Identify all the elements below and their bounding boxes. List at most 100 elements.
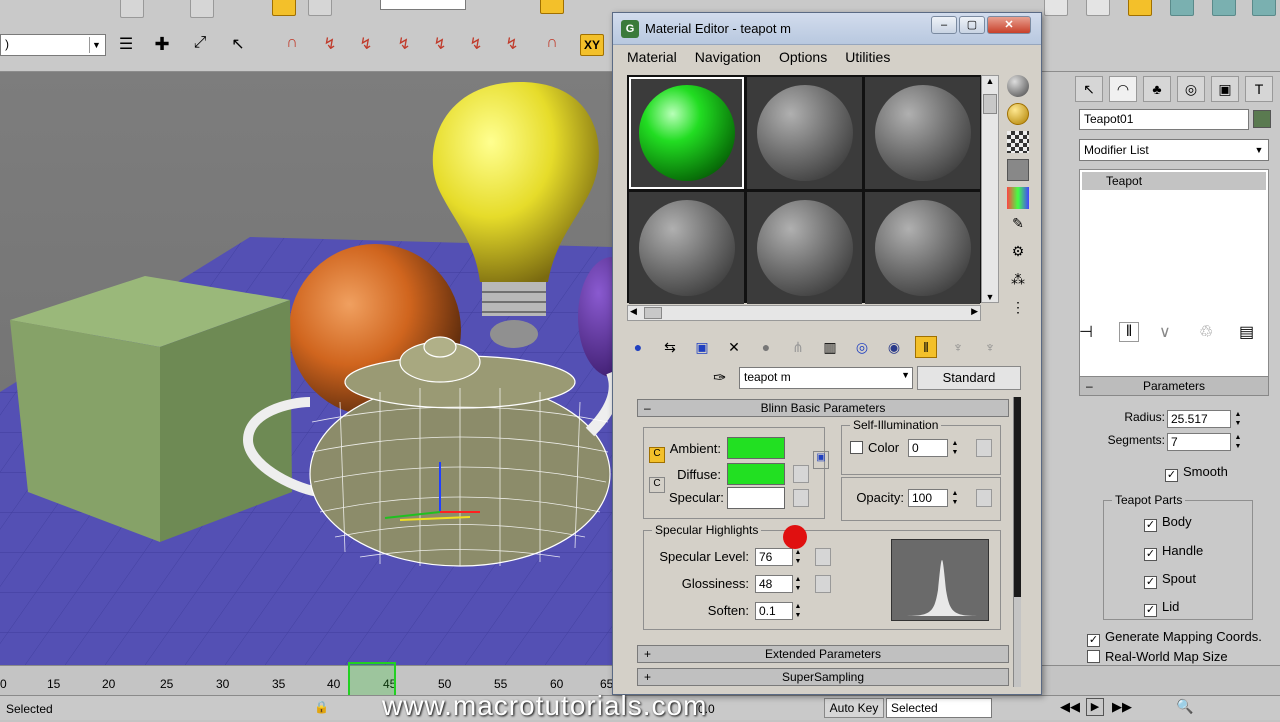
specular-map-button[interactable] <box>793 489 809 507</box>
put-to-library-icon[interactable]: ▥ <box>819 336 841 358</box>
sample-uv-icon[interactable] <box>1007 159 1029 181</box>
ambient-color-swatch[interactable] <box>727 437 785 459</box>
pick-material-icon[interactable]: ✑ <box>713 368 726 388</box>
move-icon[interactable] <box>272 0 296 16</box>
part-lid-row[interactable]: ✓ Lid <box>1144 599 1179 617</box>
diffuse-lock-icon[interactable]: C <box>649 477 665 493</box>
menu-utilities[interactable]: Utilities <box>845 46 890 68</box>
object-name-field[interactable]: Teapot01 <box>1079 109 1249 130</box>
sample-slots-vscroll[interactable]: ▲ ▼ <box>981 75 999 303</box>
gen-mapping-checkbox[interactable]: ✓ <box>1087 634 1100 647</box>
opacity-spinner[interactable]: ▲ ▼ <box>950 489 960 507</box>
menu-material[interactable]: Material <box>627 46 677 68</box>
self-illum-color-checkbox[interactable] <box>850 441 863 454</box>
scroll-up-icon[interactable]: ▲ <box>982 76 998 86</box>
soften-field[interactable]: 0.1 <box>755 602 793 620</box>
show-end-result-icon[interactable]: ‖ <box>1119 322 1139 342</box>
part-handle-row[interactable]: ✓ Handle <box>1144 543 1203 561</box>
selection-filter-combo[interactable]: ) ▼ <box>0 34 106 56</box>
sample-slot[interactable] <box>629 192 744 304</box>
segments-spinner[interactable]: ▲ ▼ <box>1233 433 1243 451</box>
go-to-parent-icon[interactable]: ♆ <box>947 336 969 358</box>
assign-to-selection-icon[interactable]: ▣ <box>691 336 713 358</box>
part-spout-row[interactable]: ✓ Spout <box>1144 571 1196 589</box>
diffuse-color-swatch[interactable] <box>727 463 785 485</box>
menu-navigation[interactable]: Navigation <box>695 46 761 68</box>
material-name-field[interactable]: teapot m ▼ <box>739 367 913 389</box>
show-map-in-viewport-icon[interactable]: ◉ <box>883 336 905 358</box>
tool-a-icon[interactable]: ⤢ <box>188 34 212 56</box>
opacity-field[interactable]: 100 <box>908 489 948 507</box>
modify-tab-icon[interactable]: ◠ <box>1109 76 1137 102</box>
get-material-icon[interactable]: ● <box>627 336 649 358</box>
specular-color-swatch[interactable] <box>727 487 785 509</box>
select-region-icon[interactable] <box>190 0 214 18</box>
self-illum-spinner[interactable]: ▲ ▼ <box>950 439 960 457</box>
body-checkbox[interactable]: ✓ <box>1144 519 1157 532</box>
link2-icon[interactable]: ↯ <box>354 34 378 56</box>
select-object-icon[interactable] <box>120 0 144 18</box>
reference-coord-combo[interactable] <box>380 0 466 10</box>
make-preview-icon[interactable]: ✎ <box>1007 215 1029 237</box>
lock-icon[interactable]: ▣ <box>813 451 829 469</box>
tool-b-icon[interactable]: ↖ <box>226 34 250 56</box>
render-active-icon[interactable] <box>1252 0 1276 16</box>
sample-slot[interactable] <box>747 77 862 189</box>
specular-level-field[interactable]: 76 <box>755 548 793 566</box>
specular-level-spinner[interactable]: ▲ ▼ <box>793 548 803 566</box>
glossiness-field[interactable]: 48 <box>755 575 793 593</box>
sample-slot[interactable] <box>865 77 980 189</box>
close-button[interactable]: ✕ <box>987 16 1031 34</box>
options-icon[interactable]: ⚙ <box>1007 243 1029 265</box>
link3-icon[interactable]: ↯ <box>392 34 416 56</box>
make-copy-icon[interactable]: ● <box>755 336 777 358</box>
zoom-icon[interactable]: 🔍 <box>1176 698 1193 715</box>
sample-type-icon[interactable] <box>1007 75 1029 97</box>
opacity-map-button[interactable] <box>976 489 992 507</box>
remove-modifier-icon[interactable]: ♲ <box>1199 322 1219 342</box>
motion-tab-icon[interactable]: ◎ <box>1177 76 1205 102</box>
maximize-button[interactable]: ▢ <box>959 16 985 34</box>
glossiness-spinner[interactable]: ▲ ▼ <box>793 575 803 593</box>
soften-spinner[interactable]: ▲ ▼ <box>793 602 803 620</box>
display-tab-icon[interactable]: ▣ <box>1211 76 1239 102</box>
object-color-swatch[interactable] <box>1253 110 1271 128</box>
go-forward-sibling-icon[interactable]: ♆ <box>979 336 1001 358</box>
material-navigator-icon[interactable]: ⋮ <box>1007 299 1029 321</box>
perspective-viewport[interactable] <box>0 72 612 665</box>
gen-mapping-row[interactable]: ✓ Generate Mapping Coords. <box>1087 629 1262 647</box>
snap-icon[interactable] <box>540 0 564 14</box>
handle-checkbox[interactable]: ✓ <box>1144 548 1157 561</box>
render-frame-icon[interactable] <box>1086 0 1110 16</box>
smooth-checkbox[interactable]: ✓ <box>1165 469 1178 482</box>
scroll-left-icon[interactable]: ◀ <box>630 306 637 317</box>
hierarchy-tab-icon[interactable]: ♣ <box>1143 76 1171 102</box>
backlight-icon[interactable] <box>1007 103 1029 125</box>
radius-spinner[interactable]: ▲ ▼ <box>1233 410 1243 428</box>
part-body-row[interactable]: ✓ Body <box>1144 514 1192 532</box>
link6-icon[interactable]: ↯ <box>500 34 524 56</box>
select-by-material-icon[interactable]: ⁂ <box>1007 271 1029 293</box>
make-unique-icon[interactable]: ⋔ <box>787 336 809 358</box>
pin-stack-icon[interactable]: ⊣ <box>1079 322 1099 342</box>
next-frame-icon[interactable]: ▶▶ <box>1112 699 1132 715</box>
auto-key-button[interactable]: Auto Key <box>824 698 884 718</box>
self-illum-value-field[interactable]: 0 <box>908 439 948 457</box>
scroll-down-icon[interactable]: ▼ <box>982 292 998 302</box>
spout-checkbox[interactable]: ✓ <box>1144 576 1157 589</box>
move-axis-icon[interactable]: ✚ <box>150 34 174 56</box>
magnet2-icon[interactable]: ∩ <box>540 34 564 56</box>
magnet-icon[interactable]: ∩ <box>280 34 304 56</box>
self-illum-color-row[interactable]: Color <box>850 440 899 455</box>
material-type-button[interactable]: Standard <box>917 366 1021 390</box>
show-end-result-icon[interactable]: ‖ <box>915 336 937 358</box>
background-icon[interactable] <box>1007 131 1029 153</box>
lock-icon[interactable]: 🔒 <box>314 700 329 714</box>
self-illum-map-button[interactable] <box>976 439 992 457</box>
rollout-panel-scrollbar[interactable] <box>1013 397 1021 687</box>
blinn-basic-rollout-header[interactable]: – Blinn Basic Parameters <box>637 399 1009 417</box>
material-editor-icon[interactable] <box>1128 0 1152 16</box>
real-world-row[interactable]: Real-World Map Size <box>1087 649 1228 664</box>
modifier-list-dropdown[interactable]: Modifier List ▼ <box>1079 139 1269 161</box>
glossiness-map-button[interactable] <box>815 575 831 593</box>
